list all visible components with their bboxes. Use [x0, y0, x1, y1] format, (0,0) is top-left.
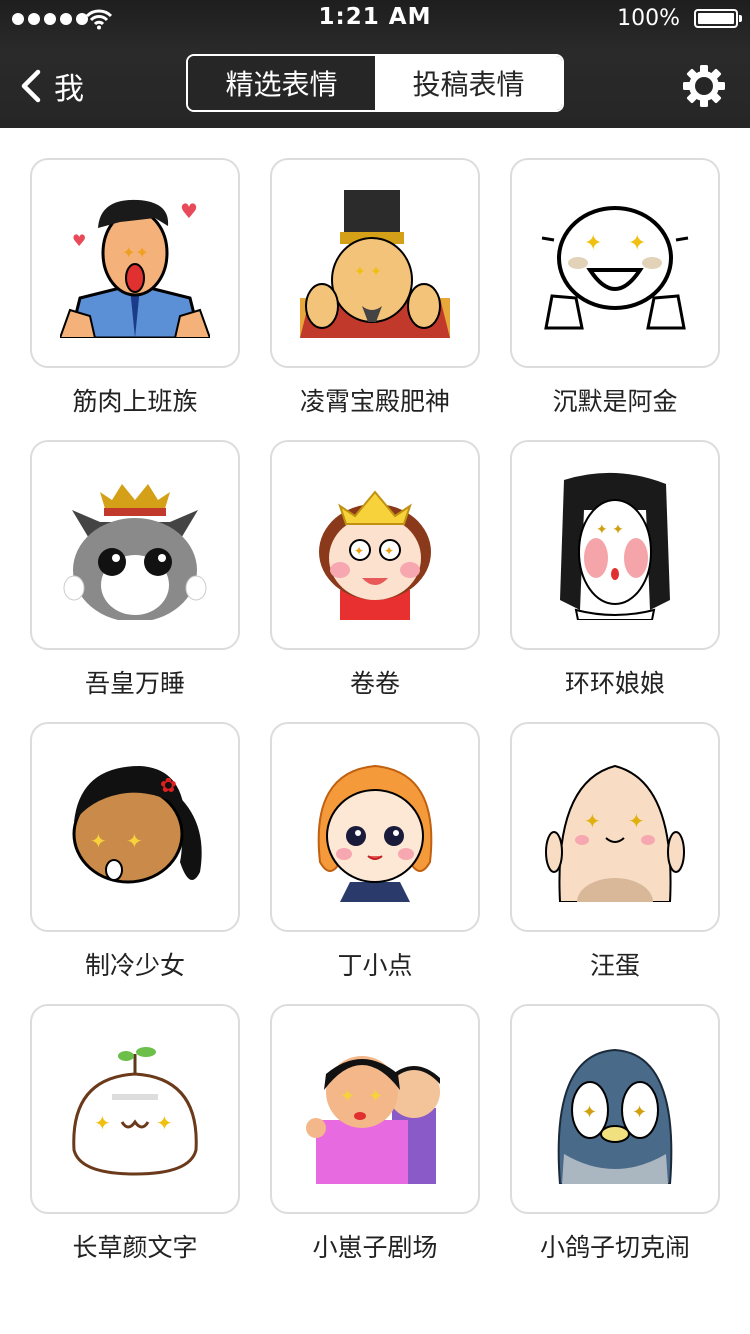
sticker-pack-name: 丁小点 — [337, 951, 413, 980]
svg-text:✦: ✦ — [94, 1111, 111, 1135]
sprout-bun-icon: ✦ ✦ — [72, 1047, 198, 1176]
gear-icon[interactable] — [682, 64, 726, 108]
crown-girl-icon: ✦ ✦ — [319, 490, 431, 620]
sticker-pack-name: 长草颜文字 — [72, 1233, 198, 1262]
svg-text:✦: ✦ — [582, 1102, 597, 1123]
sticker-thumbnail: ✦✦ ♥ ♥ — [30, 158, 240, 368]
sticker-thumbnail: ✦ ✦ — [270, 158, 480, 368]
orange-hair-girl-icon — [317, 764, 433, 902]
svg-text:✦: ✦ — [632, 1102, 647, 1123]
sticker-pack-item[interactable]: ✦ ✦ 凌霄宝殿肥神 — [270, 158, 480, 428]
sticker-pack-item[interactable]: ✦ ✦ 环环娘娘 — [510, 440, 720, 710]
svg-text:✦: ✦ — [628, 809, 645, 833]
sticker-pack-item[interactable]: ✦ ✦ 长草颜文字 — [30, 1004, 240, 1274]
concubine-icon: ✦ ✦ — [560, 472, 670, 620]
svg-text:✦: ✦ — [628, 231, 646, 256]
status-bar: 1:21 AM 100% — [0, 0, 750, 40]
sticker-pack-name: 制冷少女 — [84, 951, 185, 980]
sticker-pack-name: 汪蛋 — [589, 951, 640, 980]
svg-text:✿: ✿ — [160, 773, 177, 797]
sticker-pack-name: 吾皇万睡 — [84, 669, 185, 698]
svg-text:✦ ✦: ✦ ✦ — [354, 264, 382, 280]
svg-text:✦✦: ✦✦ — [122, 243, 149, 262]
bun-face-icon: ✦ ✦ — [541, 206, 689, 330]
sticker-thumbnail: ✦ ✦ — [510, 158, 720, 368]
navigation-bar: 1:21 AM 100% 我 精选表情 投稿表情 — [0, 0, 750, 128]
muscle-office-worker-icon: ✦✦ ♥ ♥ — [60, 199, 210, 338]
sticker-pack-item[interactable]: ✦ ✦ 卷卷 — [270, 440, 480, 710]
sticker-thumbnail: ✦ ✦ — [270, 1004, 480, 1214]
svg-text:✦: ✦ — [584, 809, 601, 833]
sticker-pack-name: 小鸽子切克闹 — [539, 1233, 690, 1262]
svg-text:✦: ✦ — [156, 1111, 173, 1135]
svg-text:♥: ♥ — [72, 231, 86, 250]
sticker-pack-name: 卷卷 — [349, 669, 400, 698]
back-button[interactable]: 我 — [18, 64, 84, 108]
svg-text:✦: ✦ — [354, 544, 364, 558]
sticker-thumbnail: ✦ ✦ — [270, 440, 480, 650]
egg-face-icon: ✦ ✦ — [545, 764, 685, 902]
svg-text:✦ ✦: ✦ ✦ — [596, 522, 624, 538]
svg-text:✦: ✦ — [384, 544, 394, 558]
svg-text:✦: ✦ — [340, 1086, 355, 1107]
ponytail-girl-icon: ✦ ✦ ✿ — [72, 766, 202, 884]
sticker-pack-item[interactable]: ✦ ✦ 沉默是阿金 — [510, 158, 720, 428]
sticker-pack-name: 筋肉上班族 — [72, 387, 198, 416]
segmented-control: 精选表情 投稿表情 — [186, 54, 564, 112]
sticker-pack-item[interactable]: ✦ ✦ 小崽子剧场 — [270, 1004, 480, 1274]
sticker-thumbnail — [270, 722, 480, 932]
tab-submitted-stickers[interactable]: 投稿表情 — [375, 56, 562, 110]
svg-text:♥: ♥ — [180, 199, 198, 223]
sticker-thumbnail: ✦ ✦ ✿ — [30, 722, 240, 932]
tab-featured-stickers[interactable]: 精选表情 — [188, 56, 375, 110]
sticker-thumbnail — [30, 440, 240, 650]
chevron-left-icon — [21, 69, 41, 103]
kids-pair-icon: ✦ ✦ — [306, 1056, 440, 1184]
sticker-pack-name: 环环娘娘 — [564, 669, 665, 698]
battery-icon — [694, 9, 742, 28]
cat-king-icon — [63, 484, 207, 620]
svg-text:✦: ✦ — [126, 829, 143, 853]
sticker-thumbnail: ✦ ✦ — [510, 1004, 720, 1214]
sticker-thumbnail: ✦ ✦ — [510, 440, 720, 650]
sticker-pack-name: 沉默是阿金 — [552, 387, 678, 416]
sticker-pack-item[interactable]: 丁小点 — [270, 722, 480, 992]
emperor-icon: ✦ ✦ — [300, 190, 450, 338]
battery-percentage: 100% — [617, 6, 680, 31]
sticker-pack-item[interactable]: ✦ ✦ 小鸽子切克闹 — [510, 1004, 720, 1274]
svg-text:✦: ✦ — [90, 829, 107, 853]
sticker-pack-name: 小崽子剧场 — [312, 1233, 438, 1262]
sticker-pack-name: 凌霄宝殿肥神 — [299, 387, 450, 416]
svg-text:✦: ✦ — [584, 231, 602, 256]
sticker-pack-item[interactable]: 吾皇万睡 — [30, 440, 240, 710]
sticker-thumbnail: ✦ ✦ — [510, 722, 720, 932]
sticker-pack-item[interactable]: ✦ ✦ ✿ 制冷少女 — [30, 722, 240, 992]
pigeon-icon: ✦ ✦ — [557, 1048, 673, 1184]
sticker-pack-item[interactable]: ✦ ✦ 汪蛋 — [510, 722, 720, 992]
svg-text:✦: ✦ — [368, 1086, 383, 1107]
back-button-label: 我 — [54, 72, 84, 107]
sticker-thumbnail: ✦ ✦ — [30, 1004, 240, 1214]
sticker-pack-item[interactable]: ✦✦ ♥ ♥ 筋肉上班族 — [30, 158, 240, 428]
